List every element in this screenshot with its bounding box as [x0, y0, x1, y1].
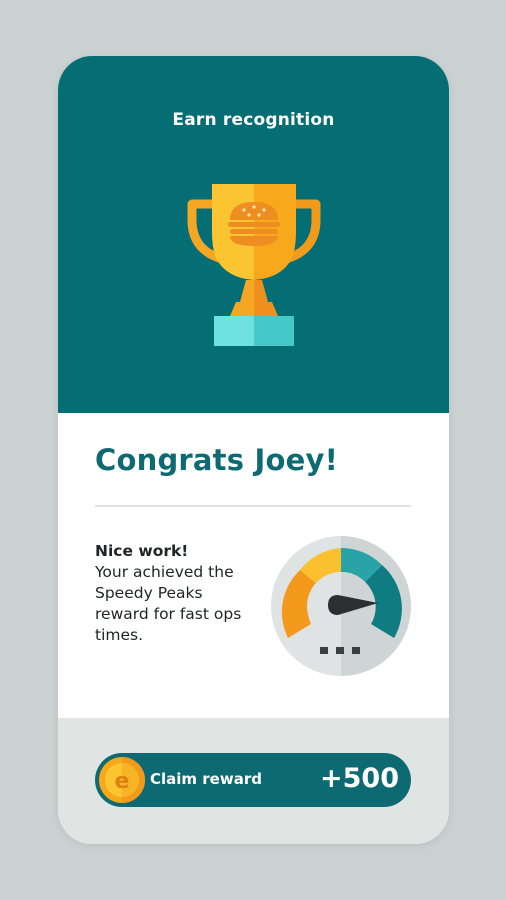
reward-footer: e Claim reward +500 — [58, 718, 449, 844]
trophy-burger-icon — [187, 184, 321, 346]
claim-reward-label: Claim reward — [150, 770, 262, 788]
message-body: Your achieved the Speedy Peaks reward fo… — [95, 563, 242, 644]
reward-header: Earn recognition — [58, 56, 449, 413]
reward-card: Earn recognition Congrats Joey! Nice wor… — [58, 56, 449, 844]
svg-text:e: e — [115, 769, 130, 794]
claim-reward-button[interactable]: e Claim reward +500 — [95, 753, 411, 807]
speedometer-icon — [271, 536, 411, 676]
divider — [95, 505, 411, 507]
reward-message: Nice work! Your achieved the Speedy Peak… — [95, 541, 245, 646]
reward-body: Congrats Joey! Nice work! Your achieved … — [58, 413, 449, 718]
points-value: +500 — [320, 763, 399, 794]
message-lead: Nice work! — [95, 542, 189, 560]
congrats-heading: Congrats Joey! — [95, 443, 339, 477]
coin-icon: e — [99, 757, 145, 803]
header-title: Earn recognition — [172, 110, 335, 130]
